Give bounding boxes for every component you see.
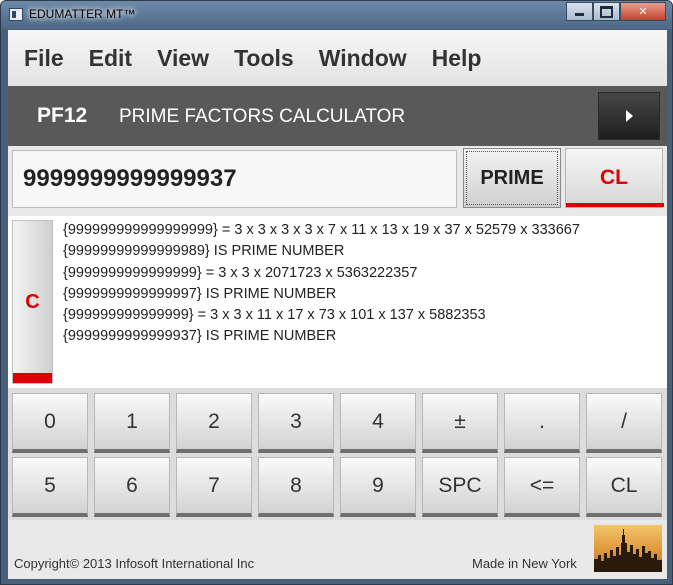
close-icon: ✕ xyxy=(638,5,648,18)
footer: Copyright© 2013 Infosoft International I… xyxy=(8,520,667,579)
keypad: 0 1 2 3 4 ± . / 5 6 7 8 9 SPC <= CL xyxy=(8,388,667,520)
key-2[interactable]: 2 xyxy=(176,393,252,453)
play-arrow-icon xyxy=(625,110,633,122)
module-code: PF12 xyxy=(37,104,88,127)
key-1[interactable]: 1 xyxy=(94,393,170,453)
menu-help[interactable]: Help xyxy=(432,45,482,72)
result-line: {999999999999999999} = 3 x 3 x 3 x 3 x 7… xyxy=(63,222,580,238)
number-input[interactable]: 9999999999999937 xyxy=(12,150,457,208)
next-button[interactable] xyxy=(598,92,660,140)
result-line: {9999999999999937} IS PRIME NUMBER xyxy=(63,328,337,345)
app-header: PF12 PRIME FACTORS CALCULATOR xyxy=(8,86,667,146)
made-in-text: Made in New York xyxy=(472,556,577,571)
maximize-button[interactable] xyxy=(593,2,620,21)
result-line: {99999999999999989} IS PRIME NUMBER xyxy=(63,243,345,260)
minimize-button[interactable] xyxy=(566,2,593,21)
key-5[interactable]: 5 xyxy=(12,457,88,517)
menu-file[interactable]: File xyxy=(24,45,64,72)
key-0[interactable]: 0 xyxy=(12,393,88,453)
client-area: File Edit View Tools Window Help PF12 PR… xyxy=(8,30,667,579)
results-panel: C {999999999999999999} = 3 x 3 x 3 x 3 x… xyxy=(8,216,667,388)
skyline-icon xyxy=(594,529,662,572)
page-title: PRIME FACTORS CALCULATOR xyxy=(119,106,406,127)
prime-button[interactable]: PRIME xyxy=(463,148,561,208)
menu-tools[interactable]: Tools xyxy=(234,45,294,72)
key-6[interactable]: 6 xyxy=(94,457,170,517)
clear-button[interactable]: C xyxy=(12,220,53,384)
new-york-skyline-image xyxy=(594,525,662,572)
key-plus-minus[interactable]: ± xyxy=(422,393,498,453)
key-clear[interactable]: CL xyxy=(586,457,662,517)
menu-window[interactable]: Window xyxy=(319,45,407,72)
window-title: EDUMATTER MT™ xyxy=(29,7,136,21)
result-line: {9999999999999997} IS PRIME NUMBER xyxy=(63,285,337,302)
clear-all-button[interactable]: CL xyxy=(565,148,664,208)
key-backspace[interactable]: <= xyxy=(504,457,580,517)
key-8[interactable]: 8 xyxy=(258,457,334,517)
key-space[interactable]: SPC xyxy=(422,457,498,517)
title-bar[interactable]: EDUMATTER MT™ ✕ xyxy=(1,1,672,29)
result-line: {9999999999999999} = 3 x 3 x 2071723 x 5… xyxy=(63,264,418,281)
key-divide[interactable]: / xyxy=(586,393,662,453)
window-controls: ✕ xyxy=(566,2,666,21)
key-7[interactable]: 7 xyxy=(176,457,252,517)
key-4[interactable]: 4 xyxy=(340,393,416,453)
app-window: EDUMATTER MT™ ✕ File Edit View Tools Win… xyxy=(0,0,673,585)
key-3[interactable]: 3 xyxy=(258,393,334,453)
result-line: {999999999999999} = 3 x 3 x 11 x 17 x 73… xyxy=(63,307,486,324)
menu-view[interactable]: View xyxy=(157,45,209,72)
copyright-text: Copyright© 2013 Infosoft International I… xyxy=(14,556,255,571)
key-9[interactable]: 9 xyxy=(340,457,416,517)
menu-edit[interactable]: Edit xyxy=(89,45,132,72)
menu-bar: File Edit View Tools Window Help xyxy=(8,30,667,86)
key-decimal[interactable]: . xyxy=(504,393,580,453)
app-icon[interactable] xyxy=(9,8,23,21)
input-row: 9999999999999937 PRIME CL xyxy=(8,146,667,212)
results-list: {999999999999999999} = 3 x 3 x 3 x 3 x 7… xyxy=(63,220,663,348)
close-button[interactable]: ✕ xyxy=(620,2,666,21)
